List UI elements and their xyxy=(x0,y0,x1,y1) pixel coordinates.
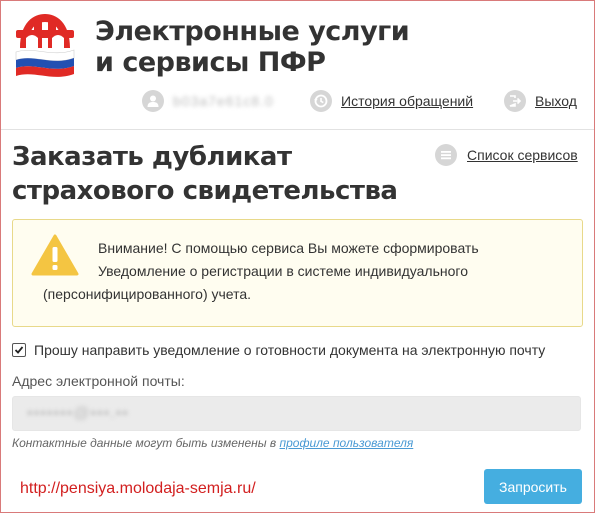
warning-line1: Внимание! С помощью сервиса Вы можете сф… xyxy=(98,240,479,256)
submit-button[interactable]: Запросить xyxy=(484,469,582,504)
app-title-line2: и сервисы ПФР xyxy=(95,47,326,78)
email-value: •••••••@•••.•• xyxy=(27,404,129,422)
email-field[interactable]: •••••••@•••.•• xyxy=(12,396,581,431)
logout-link-label[interactable]: Выход xyxy=(535,93,577,109)
email-label: Адрес электронной почты: xyxy=(12,373,185,389)
list-icon xyxy=(435,144,457,166)
app-title: Электронные услуги и сервисы ПФР xyxy=(95,16,410,78)
watermark-url: http://pensiya.molodaja-semja.ru/ xyxy=(20,480,256,497)
notify-checkbox-label: Прошу направить уведомление о готовности… xyxy=(34,342,546,358)
page-title-line2: страхового свидетельства xyxy=(12,176,398,206)
logout-link[interactable]: Выход xyxy=(504,88,577,114)
services-list-label[interactable]: Список сервисов xyxy=(467,147,578,163)
warning-line2: Уведомление о регистрации в системе инди… xyxy=(98,263,468,279)
profile-link[interactable]: профиле пользователя xyxy=(280,436,414,450)
user-account[interactable]: b03a7e61c8.0 xyxy=(142,88,274,114)
user-icon xyxy=(142,90,164,112)
page-title: Заказать дубликат страхового свидетельст… xyxy=(12,140,398,208)
warning-box: Внимание! С помощью сервиса Вы можете сф… xyxy=(12,219,583,327)
warning-line3: (персонифицированного) учета. xyxy=(43,286,252,302)
logout-icon xyxy=(504,90,526,112)
user-name: b03a7e61c8.0 xyxy=(173,93,274,109)
pfr-logo xyxy=(12,8,78,80)
app-title-line1: Электронные услуги xyxy=(95,16,410,47)
history-link-label[interactable]: История обращений xyxy=(341,93,473,109)
warning-text: Внимание! С помощью сервиса Вы можете сф… xyxy=(43,237,563,306)
contact-hint: Контактные данные могут быть изменены в … xyxy=(12,436,413,450)
page-title-line1: Заказать дубликат xyxy=(12,142,292,172)
notify-checkbox[interactable] xyxy=(12,343,26,357)
hint-text: Контактные данные могут быть изменены в xyxy=(12,436,277,450)
services-list-link[interactable]: Список сервисов xyxy=(435,144,578,166)
history-icon xyxy=(310,90,332,112)
notify-checkbox-row[interactable]: Прошу направить уведомление о готовности… xyxy=(12,342,545,358)
history-link[interactable]: История обращений xyxy=(310,88,473,114)
header-divider xyxy=(1,129,594,130)
